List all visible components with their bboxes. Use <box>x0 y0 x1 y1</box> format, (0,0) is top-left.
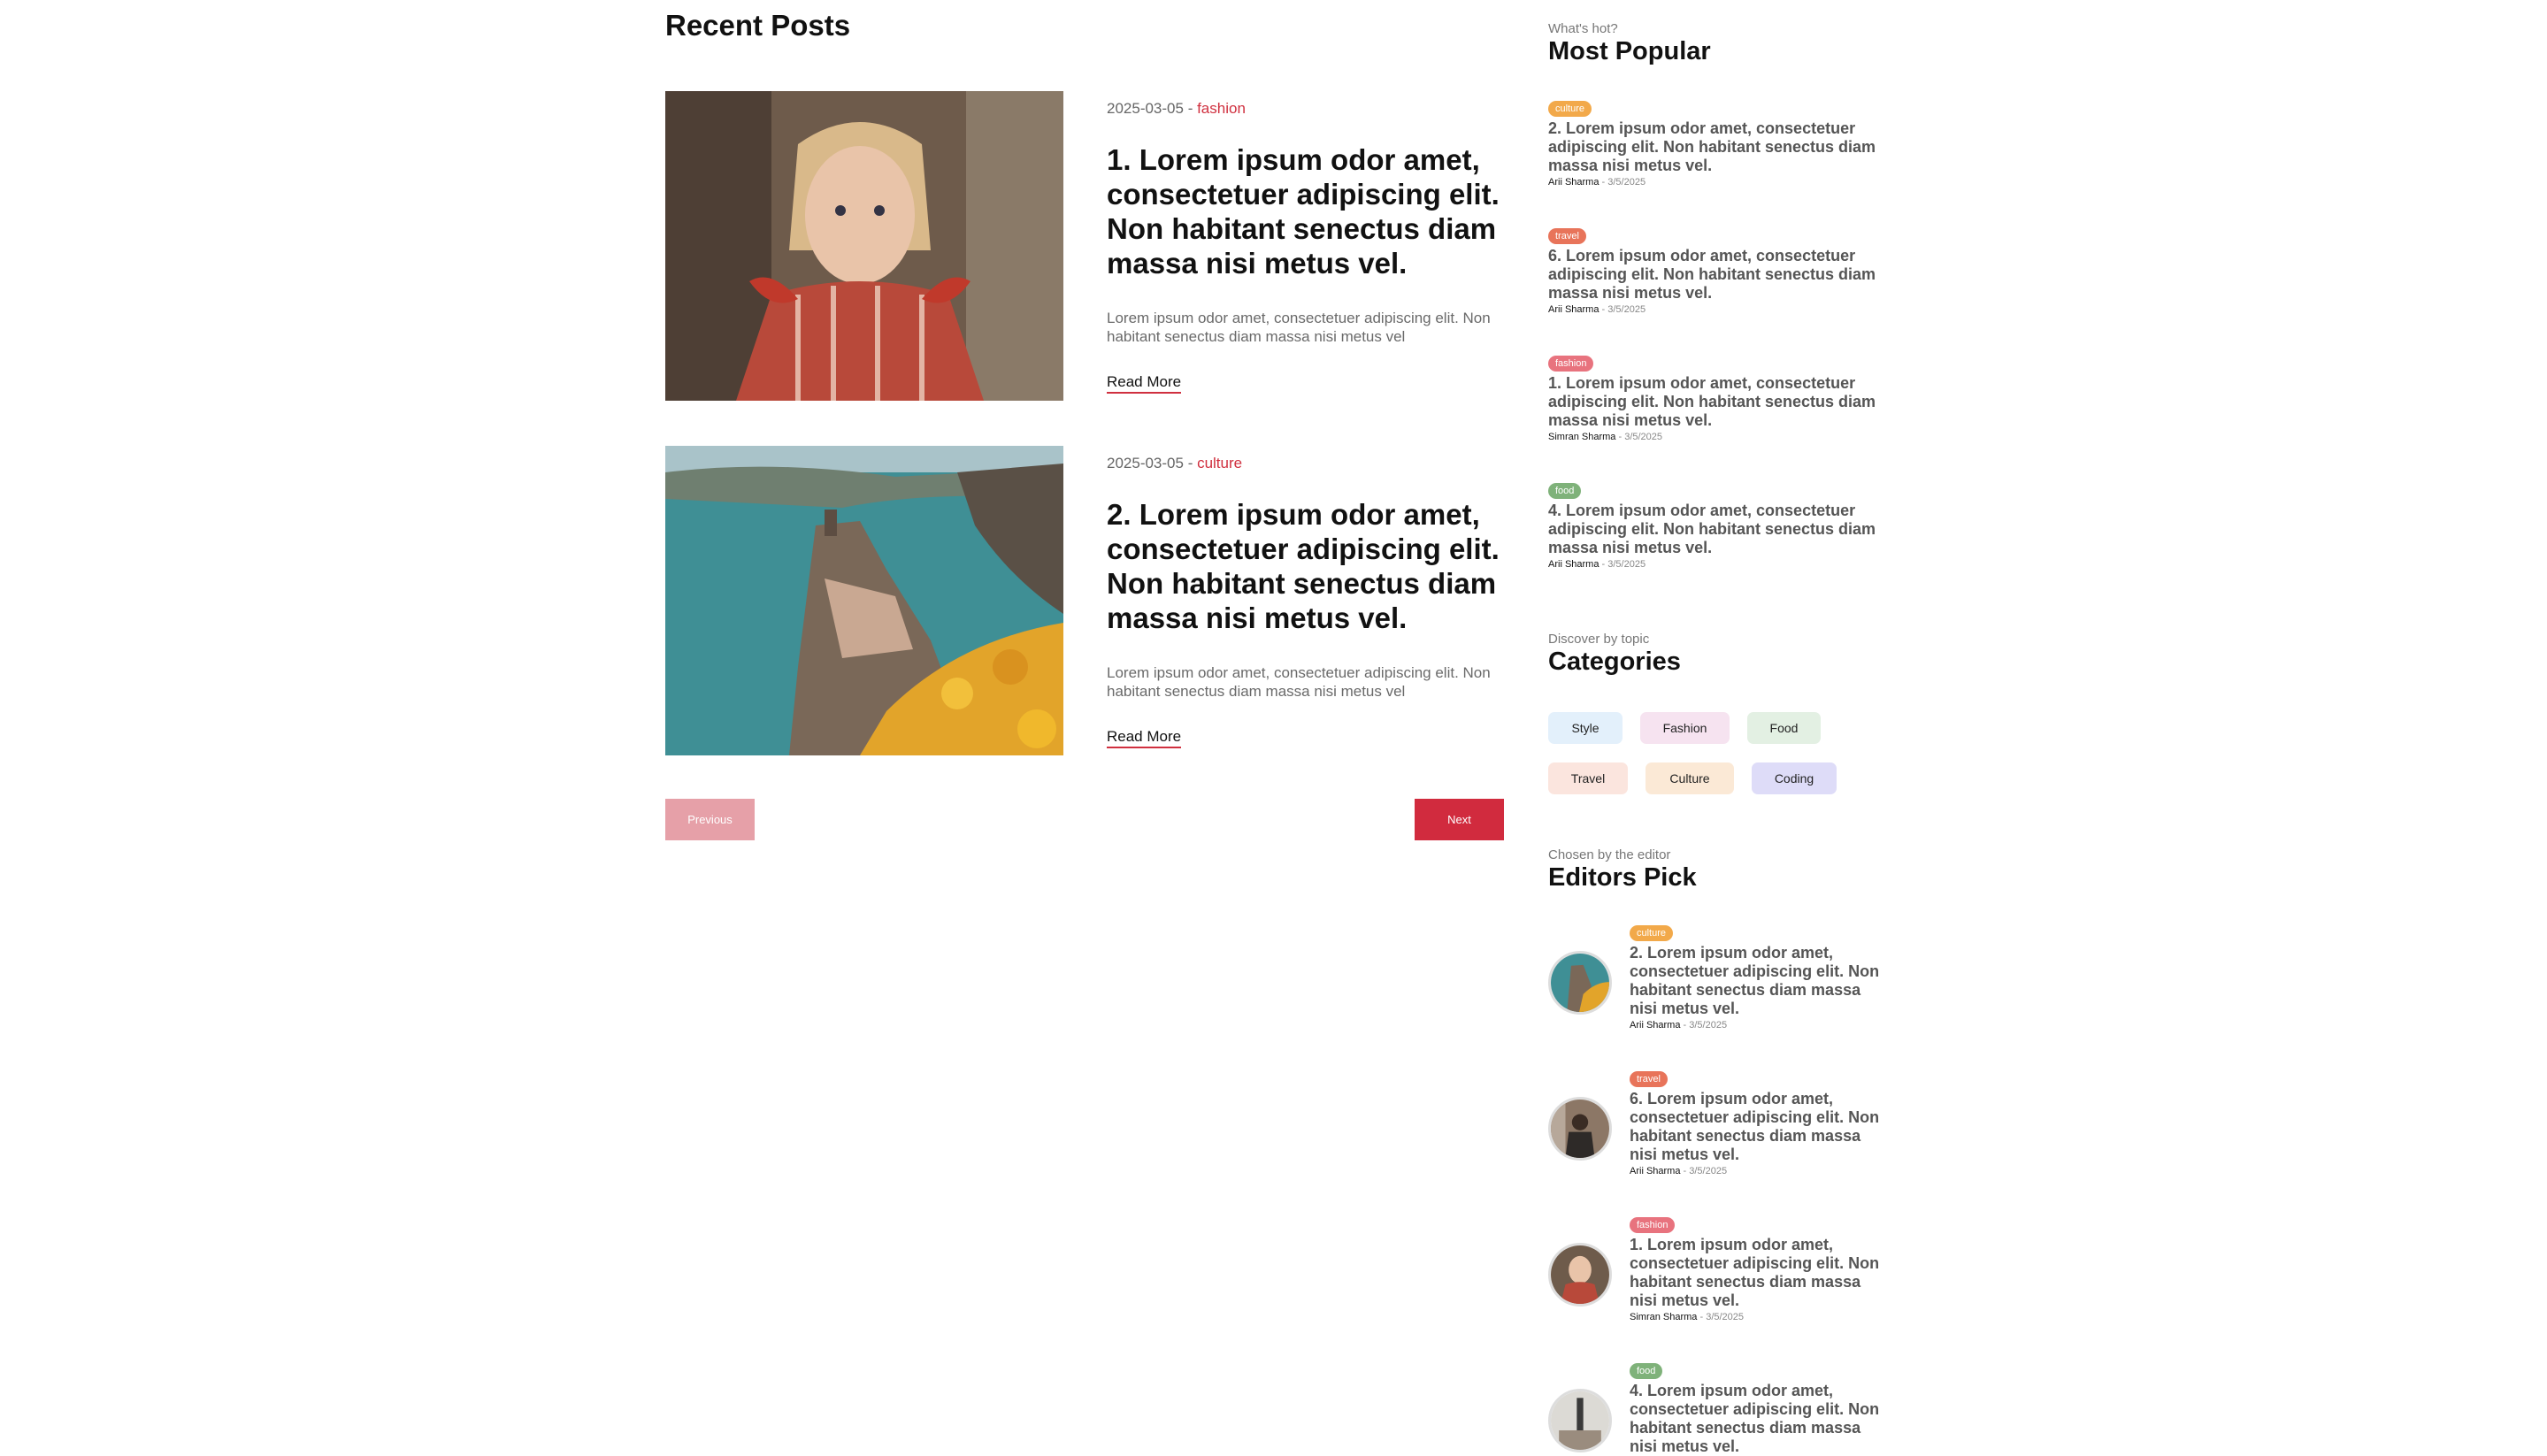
publish-date: - 3/5/2025 <box>1599 177 1646 188</box>
post-card: 2025-03-05 - fashion 1. Lorem ipsum odor… <box>665 91 1503 401</box>
editors-pick-heading: Editors Pick <box>1548 863 1697 892</box>
publish-date: - 3/5/2025 <box>1680 1166 1728 1176</box>
post-meta: 2025-03-05 - culture <box>1107 455 1242 472</box>
publish-date: - 3/5/2025 <box>1680 1020 1728 1031</box>
popular-item-title[interactable]: 4. Lorem ipsum odor amet, consectetuer a… <box>1548 502 1889 557</box>
post-thumbnail-avatar[interactable] <box>1548 1243 1612 1307</box>
editors-pick-body: fashion 1. Lorem ipsum odor amet, consec… <box>1630 1216 1891 1322</box>
post-title[interactable]: 1. Lorem ipsum odor amet, consectetuer a… <box>1107 142 1505 280</box>
category-tag[interactable]: culture <box>1630 925 1674 941</box>
post-thumbnail-avatar[interactable] <box>1548 1097 1612 1161</box>
popular-item[interactable]: culture 2. Lorem ipsum odor amet, consec… <box>1548 100 1889 188</box>
byline: Simran Sharma - 3/5/2025 <box>1548 432 1889 442</box>
category-chip-style[interactable]: Style <box>1548 712 1623 744</box>
editors-pick-body: culture 2. Lorem ipsum odor amet, consec… <box>1630 924 1891 1031</box>
editors-pick-subtitle: Chosen by the editor <box>1548 847 1671 862</box>
post-image-coastal-village[interactable] <box>665 446 1063 755</box>
category-tag[interactable]: food <box>1630 1363 1663 1379</box>
post-thumbnail-avatar[interactable] <box>1548 951 1612 1015</box>
publish-date: - 3/5/2025 <box>1697 1312 1745 1322</box>
author-name: Arii Sharma <box>1548 559 1600 570</box>
editors-pick-body: travel 6. Lorem ipsum odor amet, consect… <box>1630 1070 1891 1176</box>
author-name: Arii Sharma <box>1548 177 1600 188</box>
categories-heading: Categories <box>1548 648 1681 676</box>
categories-subtitle: Discover by topic <box>1548 632 1650 647</box>
post-category-link[interactable]: fashion <box>1197 100 1246 117</box>
meta-separator: - <box>1183 100 1198 117</box>
byline: Arii Sharma - 3/5/2025 <box>1630 1166 1891 1176</box>
byline: Arii Sharma - 3/5/2025 <box>1548 559 1889 570</box>
category-chip-food[interactable]: Food <box>1747 712 1821 744</box>
meta-separator: - <box>1183 455 1198 471</box>
post-date: 2025-03-05 <box>1107 100 1184 117</box>
popular-item[interactable]: fashion 1. Lorem ipsum odor amet, consec… <box>1548 355 1889 442</box>
publish-date: - 3/5/2025 <box>1615 432 1663 442</box>
category-tag[interactable]: fashion <box>1630 1217 1676 1233</box>
page-title: Recent Posts <box>665 9 851 42</box>
post-thumbnail-avatar[interactable] <box>1548 1389 1612 1452</box>
editors-pick-title[interactable]: 1. Lorem ipsum odor amet, consectetuer a… <box>1630 1236 1891 1310</box>
post-excerpt: Lorem ipsum odor amet, consectetuer adip… <box>1107 310 1491 345</box>
byline: Simran Sharma - 3/5/2025 <box>1630 1312 1891 1322</box>
popular-item-title[interactable]: 6. Lorem ipsum odor amet, consectetuer a… <box>1548 247 1889 303</box>
category-chip-travel[interactable]: Travel <box>1548 762 1628 794</box>
category-chip-culture[interactable]: Culture <box>1646 762 1734 794</box>
post-category-link[interactable]: culture <box>1197 455 1242 471</box>
editors-pick-title[interactable]: 2. Lorem ipsum odor amet, consectetuer a… <box>1630 944 1891 1018</box>
category-chip-fashion[interactable]: Fashion <box>1640 712 1730 744</box>
category-chip-coding[interactable]: Coding <box>1752 762 1837 794</box>
author-name: Arii Sharma <box>1548 304 1600 315</box>
byline: Arii Sharma - 3/5/2025 <box>1630 1020 1891 1031</box>
read-more-link[interactable]: Read More <box>1107 728 1182 748</box>
category-tag[interactable]: travel <box>1548 228 1586 244</box>
author-name: Arii Sharma <box>1630 1166 1681 1176</box>
author-name: Simran Sharma <box>1630 1312 1698 1322</box>
category-tag[interactable]: culture <box>1548 101 1592 117</box>
next-page-button[interactable]: Next <box>1415 799 1504 840</box>
category-tag[interactable]: travel <box>1630 1071 1668 1087</box>
editors-pick-body: food 4. Lorem ipsum odor amet, consectet… <box>1630 1362 1891 1456</box>
post-card: 2025-03-05 - culture 2. Lorem ipsum odor… <box>665 446 1503 755</box>
post-date: 2025-03-05 <box>1107 455 1184 471</box>
publish-date: - 3/5/2025 <box>1599 304 1646 315</box>
popular-item-title[interactable]: 2. Lorem ipsum odor amet, consectetuer a… <box>1548 119 1889 175</box>
category-tag[interactable]: fashion <box>1548 356 1594 372</box>
popular-item[interactable]: food 4. Lorem ipsum odor amet, consectet… <box>1548 482 1889 570</box>
byline: Arii Sharma - 3/5/2025 <box>1548 177 1889 188</box>
popular-subtitle: What's hot? <box>1548 21 1618 36</box>
popular-item[interactable]: travel 6. Lorem ipsum odor amet, consect… <box>1548 227 1889 315</box>
previous-page-button[interactable]: Previous <box>665 799 755 840</box>
editors-pick-title[interactable]: 4. Lorem ipsum odor amet, consectetuer a… <box>1630 1382 1891 1456</box>
publish-date: - 3/5/2025 <box>1599 559 1646 570</box>
editors-pick-title[interactable]: 6. Lorem ipsum odor amet, consectetuer a… <box>1630 1090 1891 1164</box>
post-excerpt: Lorem ipsum odor amet, consectetuer adip… <box>1107 664 1491 700</box>
read-more-link[interactable]: Read More <box>1107 373 1182 394</box>
post-meta: 2025-03-05 - fashion <box>1107 100 1246 118</box>
byline: Arii Sharma - 3/5/2025 <box>1548 304 1889 315</box>
category-tag[interactable]: food <box>1548 483 1582 499</box>
popular-item-title[interactable]: 1. Lorem ipsum odor amet, consectetuer a… <box>1548 374 1889 430</box>
post-title[interactable]: 2. Lorem ipsum odor amet, consectetuer a… <box>1107 497 1505 635</box>
post-image-child-portrait[interactable] <box>665 91 1063 401</box>
popular-heading: Most Popular <box>1548 37 1711 65</box>
author-name: Arii Sharma <box>1630 1020 1681 1031</box>
author-name: Simran Sharma <box>1548 432 1616 442</box>
